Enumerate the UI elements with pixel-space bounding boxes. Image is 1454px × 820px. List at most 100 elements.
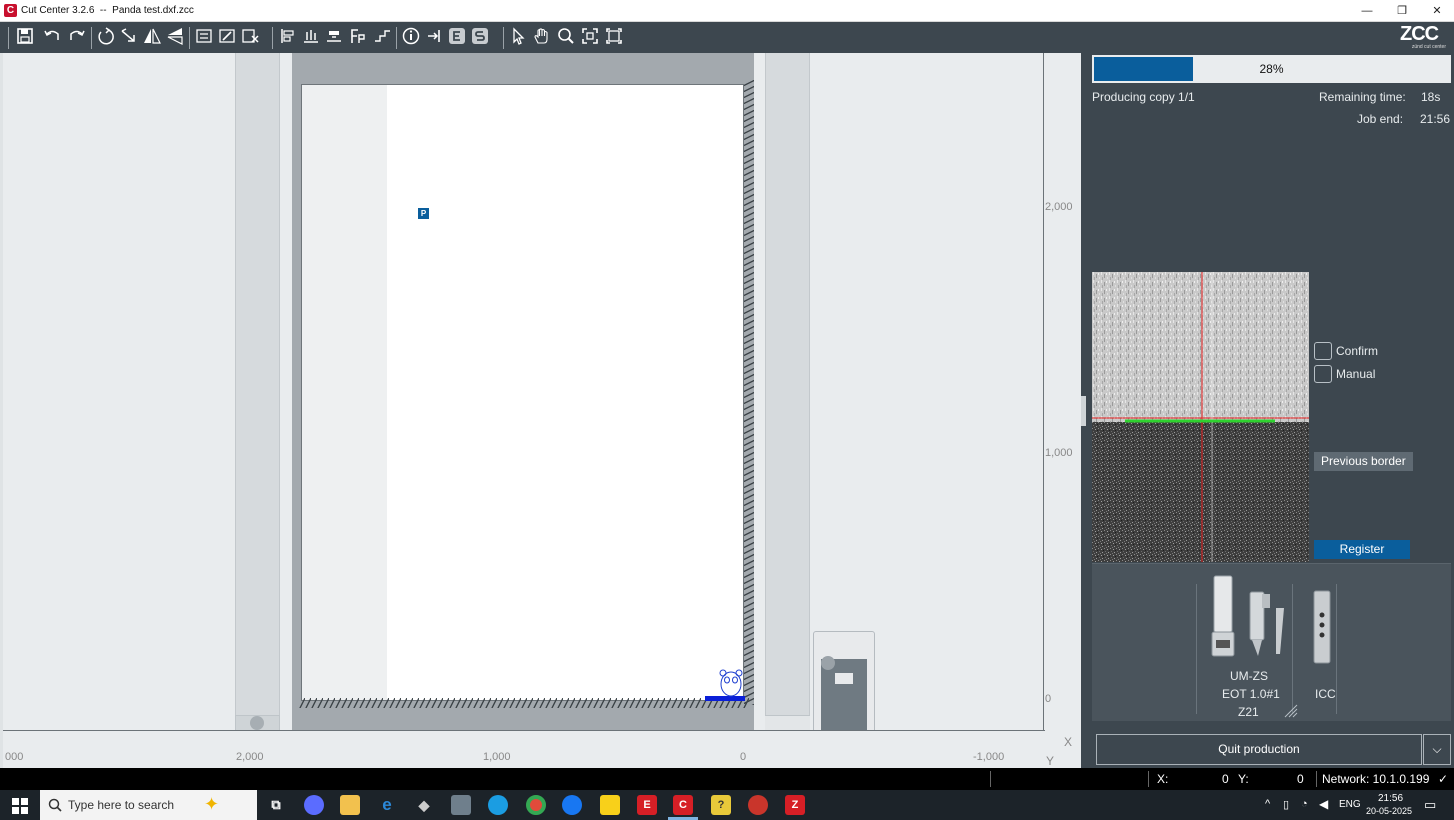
quit-dropdown-chevron-icon[interactable]: ⌵ [1423,734,1451,765]
fp-icon[interactable] [347,26,369,48]
tray-network-icon[interactable]: ◔ [1301,798,1308,810]
tray-volume-icon[interactable]: ◀ [1319,797,1328,811]
zcc-logo: ZCC zünd cut center [1400,24,1446,50]
tool-area: UM-ZS EOT 1.0#1 Z21 ICC [1092,563,1451,721]
search-placeholder: Type here to search [68,798,175,812]
rotate-right-icon[interactable] [118,26,140,48]
tool1-detail: EOT 1.0#1 [1222,687,1280,701]
info-icon[interactable] [400,26,422,48]
windows-start-icon[interactable] [12,798,28,814]
tray-date[interactable]: 20-05-2025 [1366,806,1412,816]
hand-icon[interactable] [531,26,553,48]
zund-icon[interactable]: Z [785,795,805,815]
tray-chevron-up-icon[interactable]: ^ [1265,798,1270,810]
x-tick-label: 2,000 [236,751,264,763]
task-view-icon[interactable]: ⧉ [266,795,286,815]
tool1-name: UM-ZS [1230,669,1268,683]
taskbar-search-input[interactable]: Type here to search [40,790,257,820]
file-explorer-icon[interactable] [340,795,360,815]
previous-border-button[interactable]: Previous border [1314,452,1413,471]
tray-battery-icon[interactable]: ▯ [1283,798,1289,811]
redo-icon[interactable] [66,26,88,48]
tool-divider [1292,584,1293,714]
rotate-left-icon[interactable] [95,26,117,48]
undo-icon[interactable] [41,26,63,48]
internet-explorer-icon[interactable]: e [377,795,397,815]
align-bottom-icon[interactable] [323,26,345,48]
minimize-button[interactable]: — [1350,0,1384,22]
step-icon[interactable] [371,26,393,48]
y-axis-label: Y [1046,754,1055,768]
tool-divider [1336,584,1337,714]
calculator-icon[interactable] [451,795,471,815]
app-icon-generic[interactable]: ◆ [414,795,434,815]
network-status: Network: 10.1.0.199 [1322,772,1430,786]
progress-text: 28% [1259,62,1284,76]
quit-production-button[interactable]: Quit production [1096,734,1422,765]
mirror-vertical-icon[interactable] [164,26,186,48]
search-icon [48,798,62,812]
chrome-profile-icon[interactable] [748,795,768,815]
e-app-icon[interactable]: E [637,795,657,815]
app-icon: C [4,4,17,17]
panel-splitter[interactable] [1081,396,1086,426]
rail-left [235,53,280,715]
remaining-time-value: 18s [1421,90,1441,104]
confirm-label: Confirm [1336,344,1379,358]
register-button[interactable]: Register [1314,540,1410,559]
nest-clear-icon[interactable] [239,26,261,48]
fit-all-icon[interactable] [603,26,625,48]
progress-bar: 28% [1092,55,1451,83]
python-icon[interactable]: ? [711,795,731,815]
save-icon[interactable] [14,26,36,48]
notifications-icon[interactable]: ▭ [1424,797,1436,813]
mirror-horizontal-icon[interactable] [141,26,163,48]
manual-checkbox[interactable] [1314,365,1332,383]
confirm-checkbox[interactable] [1314,342,1332,360]
x-coord-value: 0 [1222,772,1229,786]
tray-language[interactable]: ENG [1339,799,1361,810]
fit-icon[interactable] [579,26,601,48]
copilot-icon[interactable] [304,795,324,815]
tool1-slot: Z21 [1238,705,1259,719]
x-tick-label: 0 [740,751,747,763]
x-ruler-line [3,730,1045,731]
panda-shape [719,669,743,697]
e-icon[interactable] [446,26,468,48]
restore-button[interactable]: ❐ [1385,0,1419,22]
sticky-notes-icon[interactable] [600,795,620,815]
y-coord-label: Y: [1238,772,1249,786]
align-left-icon[interactable] [277,26,299,48]
bottom-hatch [299,698,749,708]
teamviewer-icon[interactable] [562,795,582,815]
work-canvas[interactable]: P 2,000 1,000 0 000 2,000 1,000 0 -1,000… [3,53,1081,768]
position-marker[interactable]: P [418,208,429,219]
um-zs-tool-icon[interactable] [1206,574,1288,666]
edge-icon[interactable] [488,795,508,815]
y-tick-label: 0 [1045,693,1052,705]
icc-tool-icon[interactable] [1312,589,1332,667]
toolbar-separator [8,27,9,49]
network-ok-icon: ✓ [1438,772,1449,786]
tray-time[interactable]: 21:56 [1378,793,1403,804]
job-end-value: 21:56 [1420,112,1451,126]
camera-view[interactable] [1092,272,1309,562]
export-icon[interactable] [423,26,445,48]
nest-icon[interactable] [193,26,215,48]
cabinet-window [835,673,853,684]
toolbar: ZCC zünd cut center [0,22,1454,53]
x-tick-label: 1,000 [483,751,511,763]
x-coord-label: X: [1157,772,1169,786]
s-icon[interactable] [469,26,491,48]
zoom-icon[interactable] [555,26,577,48]
copilot-sparkle-icon[interactable]: ✦ [204,794,219,815]
close-button[interactable]: ✕ [1420,0,1454,22]
pointer-icon[interactable] [507,26,529,48]
resize-grip-icon[interactable] [1284,704,1298,718]
toolbar-separator [396,27,397,49]
distribute-icon[interactable] [300,26,322,48]
sheet-margin [302,85,387,700]
cut-center-taskbar-icon[interactable]: C [673,795,693,815]
chrome-icon[interactable] [526,795,546,815]
nest-edit-icon[interactable] [216,26,238,48]
